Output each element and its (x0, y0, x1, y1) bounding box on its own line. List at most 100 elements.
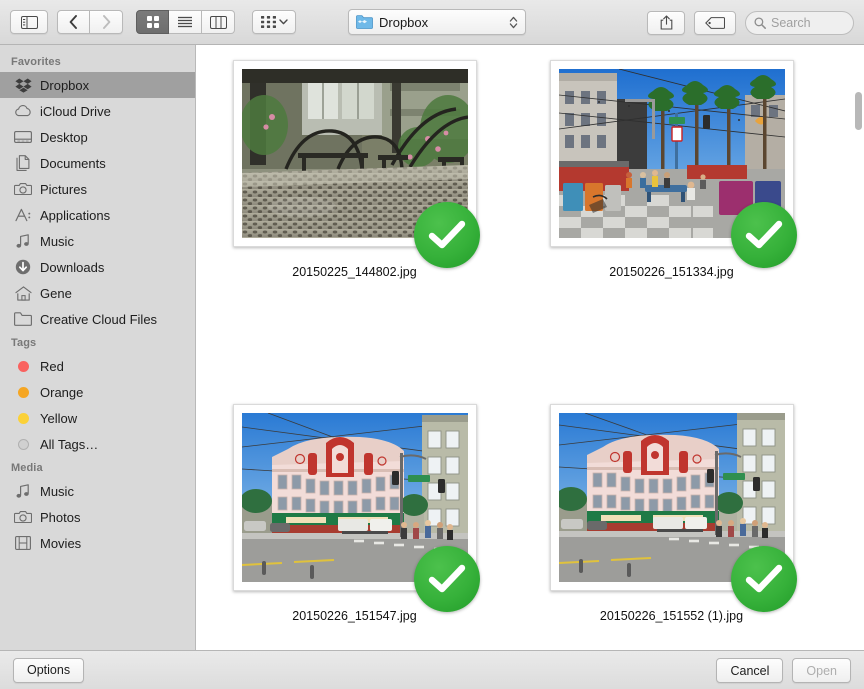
icon-view-button[interactable] (136, 10, 169, 34)
list-view-button[interactable] (169, 10, 202, 34)
sidebar-item-label: Applications (40, 207, 111, 223)
sidebar-item-gene[interactable]: Gene (0, 280, 195, 306)
file-name-label: 20150225_144802.jpg (292, 265, 417, 279)
sidebar-toggle-button[interactable] (10, 10, 48, 34)
sidebar-item-label: All Tags… (40, 436, 99, 452)
dropbox-synced-check-icon (413, 202, 480, 268)
tag-dot-icon (13, 357, 33, 375)
file-grid: 20150225_144802.jpg 20150226_151334.jpg … (196, 45, 864, 650)
sidebar-section-header-tags: Tags (11, 337, 37, 349)
navigation-buttons (57, 10, 123, 34)
sidebar-item-pictures[interactable]: Pictures (0, 176, 195, 202)
sidebar-item-label: Documents (40, 155, 106, 171)
camera-icon (13, 180, 33, 198)
tag-icon (705, 16, 725, 29)
sidebar-item-downloads[interactable]: Downloads (0, 254, 195, 280)
chevron-down-icon (278, 19, 288, 25)
applications-icon (13, 206, 33, 224)
file-grid-area[interactable]: 20150225_144802.jpg 20150226_151334.jpg … (196, 45, 864, 650)
sidebar-item-tag-orange[interactable]: Orange (0, 379, 195, 405)
sidebar-item-label: Orange (40, 384, 84, 400)
back-button[interactable] (57, 10, 90, 34)
file-name-label: 20150226_151334.jpg (609, 265, 734, 279)
file-item[interactable]: 20150226_151552 (1).jpg (513, 403, 830, 650)
cloud-icon (13, 102, 33, 120)
columns-icon (209, 15, 227, 29)
download-arrow-icon (13, 258, 33, 276)
open-button[interactable]: Open (792, 658, 851, 683)
file-thumbnail[interactable] (549, 403, 797, 612)
up-down-arrows-icon (509, 16, 518, 28)
sidebar-item-label: Music (40, 483, 74, 499)
sidebar-item-tag-yellow[interactable]: Yellow (0, 405, 195, 431)
sidebar-item-desktop[interactable]: Desktop (0, 124, 195, 150)
toolbar: Dropbox Search (0, 0, 864, 45)
tag-button[interactable] (694, 10, 736, 35)
arrange-by-button[interactable] (252, 10, 296, 34)
sidebar-section-header-favorites: Favorites (11, 56, 61, 68)
dropbox-synced-check-icon (730, 202, 797, 268)
file-thumbnail[interactable] (549, 59, 797, 268)
file-grid-row: 20150225_144802.jpg 20150226_151334.jpg (196, 59, 864, 403)
sidebar-item-label: Movies (40, 535, 82, 551)
tag-dot-hollow-icon (13, 435, 33, 453)
sidebar-section-header-media: Media (11, 462, 43, 474)
file-item[interactable]: 20150225_144802.jpg (196, 59, 513, 403)
home-icon (13, 284, 33, 302)
music-note-icon (13, 482, 33, 500)
sidebar-item-tag-red[interactable]: Red (0, 353, 195, 379)
film-icon (13, 534, 33, 552)
forward-button[interactable] (90, 10, 123, 34)
window-body: Favorites Dropbox iCloud Drive Desktop D… (0, 45, 864, 650)
share-button[interactable] (647, 10, 685, 35)
file-item[interactable]: 20150226_151547.jpg (196, 403, 513, 650)
file-grid-row: 20150226_151547.jpg 20150226_151552 (1).… (196, 403, 864, 650)
sidebar-item-music[interactable]: Music (0, 228, 195, 254)
sidebar-item-dropbox[interactable]: Dropbox (0, 72, 195, 98)
options-button[interactable]: Options (13, 657, 85, 683)
sidebar-item-label: Downloads (40, 259, 105, 275)
sidebar-item-media-music[interactable]: Music (0, 478, 195, 504)
file-name-label: 20150226_151552 (1).jpg (599, 609, 744, 623)
documents-icon (13, 154, 33, 172)
path-popup-button[interactable]: Dropbox (348, 9, 526, 35)
blue-folder-icon (356, 15, 373, 29)
sidebar-item-creative-cloud-files[interactable]: Creative Cloud Files (0, 306, 195, 332)
search-icon (754, 16, 766, 29)
desktop-icon (13, 128, 33, 146)
tag-dot-icon (13, 383, 33, 401)
camera-icon (13, 508, 33, 526)
vertical-scrollbar[interactable] (854, 50, 862, 650)
dropbox-icon (13, 76, 33, 94)
sidebar-item-label: Red (40, 358, 64, 374)
sidebar-item-icloud-drive[interactable]: iCloud Drive (0, 98, 195, 124)
sidebar-item-label: Creative Cloud Files (40, 311, 158, 327)
sidebar-item-label: Music (40, 233, 74, 249)
sidebar-toggle-icon (20, 15, 38, 29)
search-field[interactable]: Search (745, 10, 854, 35)
sidebar-item-label: Yellow (40, 410, 78, 426)
chevron-right-icon (102, 15, 110, 29)
cancel-button[interactable]: Cancel (716, 658, 784, 683)
path-popup-label: Dropbox (379, 14, 429, 30)
bottom-bar: Options Cancel Open (0, 650, 864, 689)
sidebar-item-all-tags[interactable]: All Tags… (0, 431, 195, 457)
file-thumbnail[interactable] (232, 403, 480, 612)
column-view-button[interactable] (202, 10, 235, 34)
chevron-left-icon (69, 15, 77, 29)
arrange-grid-icon (260, 16, 276, 28)
music-note-icon (13, 232, 33, 250)
sidebar-item-label: Gene (40, 285, 72, 301)
file-thumbnail[interactable] (232, 59, 480, 268)
grid-icon (146, 16, 159, 28)
sidebar-item-media-movies[interactable]: Movies (0, 530, 195, 556)
file-item[interactable]: 20150226_151334.jpg (513, 59, 830, 403)
sidebar-item-label: Dropbox (40, 77, 90, 93)
file-name-label: 20150226_151547.jpg (292, 609, 417, 623)
sidebar-item-documents[interactable]: Documents (0, 150, 195, 176)
share-icon (660, 15, 672, 30)
view-mode-segmented-control (136, 10, 235, 34)
sidebar-item-applications[interactable]: Applications (0, 202, 195, 228)
sidebar-item-media-photos[interactable]: Photos (0, 504, 195, 530)
scrollbar-thumb[interactable] (855, 92, 862, 130)
